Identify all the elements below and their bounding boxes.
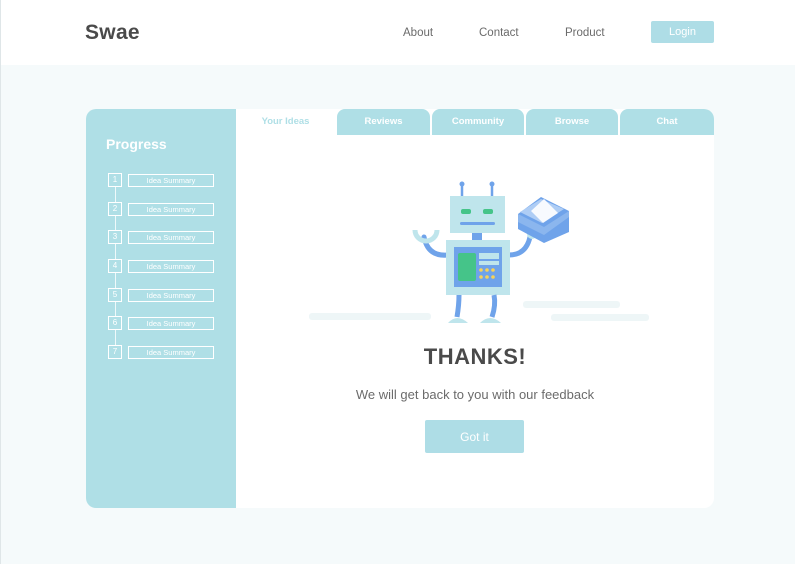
got-it-button[interactable]: Got it [425,420,524,453]
progress-title: Progress [106,136,167,152]
step-label[interactable]: Idea Summary [128,260,214,273]
step-label[interactable]: Idea Summary [128,203,214,216]
progress-step-3[interactable]: 3 Idea Summary [108,230,218,245]
step-number: 4 [108,259,122,273]
step-label[interactable]: Idea Summary [128,346,214,359]
brand-logo[interactable]: Swae [85,21,140,45]
robot-head-icon [450,196,505,241]
nav-link-about[interactable]: About [403,27,433,39]
tab-your-ideas[interactable]: Your Ideas [238,109,333,135]
step-label[interactable]: Idea Summary [128,231,214,244]
step-label[interactable]: Idea Summary [128,317,214,330]
step-label[interactable]: Idea Summary [128,174,214,187]
envelope-icon [518,197,569,243]
progress-sidebar: Progress 1 Idea Summary 2 Idea Summary 3… [86,109,236,508]
progress-step-1[interactable]: 1 Idea Summary [108,173,218,188]
feedback-message: We will get back to you with our feedbac… [355,387,595,402]
tab-reviews[interactable]: Reviews [337,109,430,135]
robot-antenna-icon [459,181,495,197]
step-number: 5 [108,288,122,302]
step-number: 1 [108,173,122,187]
floor-shadow-lines [309,301,649,321]
step-number: 3 [108,230,122,244]
robot-left-arm-icon [412,229,451,258]
robot-illustration [309,181,649,323]
step-number: 7 [108,345,122,359]
progress-step-7[interactable]: 7 Idea Summary [108,345,218,360]
thanks-heading: THANKS! [423,344,527,369]
login-button[interactable]: Login [651,21,714,43]
progress-step-6[interactable]: 6 Idea Summary [108,316,218,331]
progress-step-2[interactable]: 2 Idea Summary [108,202,218,217]
step-number: 6 [108,316,122,330]
nav-link-product[interactable]: Product [565,27,605,39]
robot-body-icon [446,240,510,295]
tab-community[interactable]: Community [432,109,524,135]
progress-step-4[interactable]: 4 Idea Summary [108,259,218,274]
step-number: 2 [108,202,122,216]
step-label[interactable]: Idea Summary [128,289,214,302]
progress-step-5[interactable]: 5 Idea Summary [108,288,218,303]
nav-link-contact[interactable]: Contact [479,27,519,39]
tab-chat[interactable]: Chat [620,109,714,135]
top-navbar: Swae About Contact Product Login [1,0,795,65]
robot-legs-icon [448,294,501,323]
tab-browse[interactable]: Browse [526,109,618,135]
submission-card: Progress 1 Idea Summary 2 Idea Summary 3… [86,109,714,508]
